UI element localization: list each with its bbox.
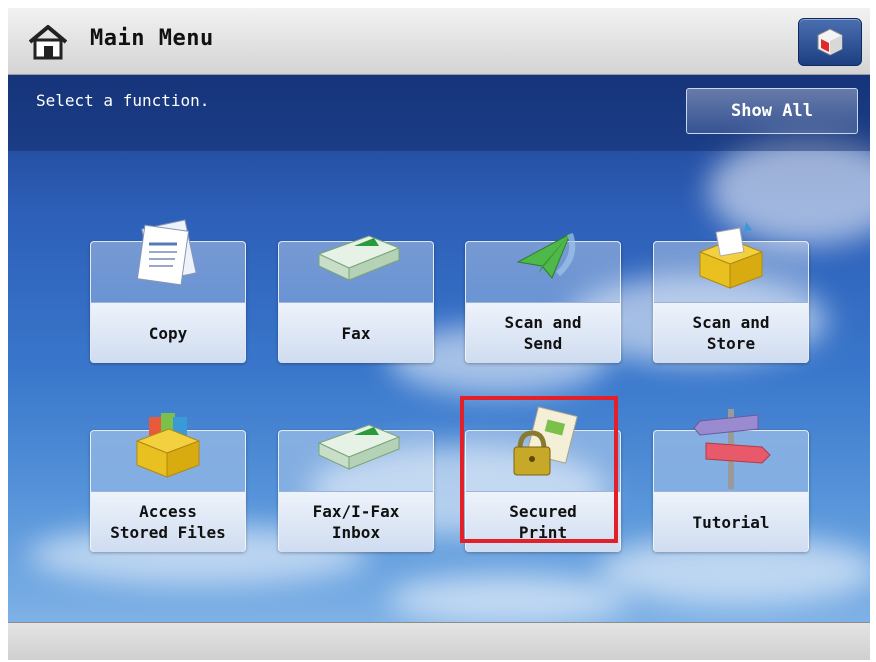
tile-label-fax: Fax — [279, 302, 433, 363]
title-bar: Main Menu — [8, 8, 870, 75]
fax-machine-icon — [317, 235, 401, 281]
copy-documents-icon — [136, 219, 197, 286]
selection-highlight — [460, 396, 618, 543]
fax-inbox-icon — [317, 424, 401, 470]
show-all-button[interactable]: Show All — [686, 88, 858, 134]
tile-label-fax-i-fax-inbox: Fax/I-Fax Inbox — [279, 491, 433, 552]
tile-label-access-stored-files: Access Stored Files — [91, 491, 245, 552]
page-title: Main Menu — [90, 26, 214, 51]
tile-label-scan-and-store: Scan and Store — [654, 302, 808, 363]
status-monitor-button[interactable] — [798, 18, 862, 66]
home-icon[interactable] — [28, 24, 68, 60]
tile-label-copy: Copy — [91, 302, 245, 363]
fax-tile[interactable]: Fax — [278, 235, 434, 363]
touch-panel-screen: Main Menu Select a function. Show All Co… — [8, 8, 870, 660]
tile-label-tutorial: Tutorial — [654, 491, 808, 552]
signpost-icon — [693, 409, 771, 489]
status-bar — [8, 622, 870, 660]
main-menu-area: Select a function. Show All Copy Fax Sca… — [8, 75, 870, 622]
files-box-icon — [135, 413, 201, 478]
fax-i-fax-inbox-tile[interactable]: Fax/I-Fax Inbox — [278, 424, 434, 552]
copy-tile[interactable]: Copy — [90, 219, 246, 363]
scan-and-store-tile[interactable]: Scan and Store — [653, 222, 809, 363]
tutorial-tile[interactable]: Tutorial — [653, 409, 809, 552]
paper-plane-icon — [516, 232, 576, 279]
scan-and-send-tile[interactable]: Scan and Send — [465, 232, 621, 363]
status-monitor-icon — [817, 28, 843, 56]
instruction-text: Select a function. — [36, 91, 210, 110]
tile-label-scan-and-send: Scan and Send — [466, 302, 620, 363]
storage-box-icon — [698, 222, 764, 289]
access-stored-files-tile[interactable]: Access Stored Files — [90, 413, 246, 552]
